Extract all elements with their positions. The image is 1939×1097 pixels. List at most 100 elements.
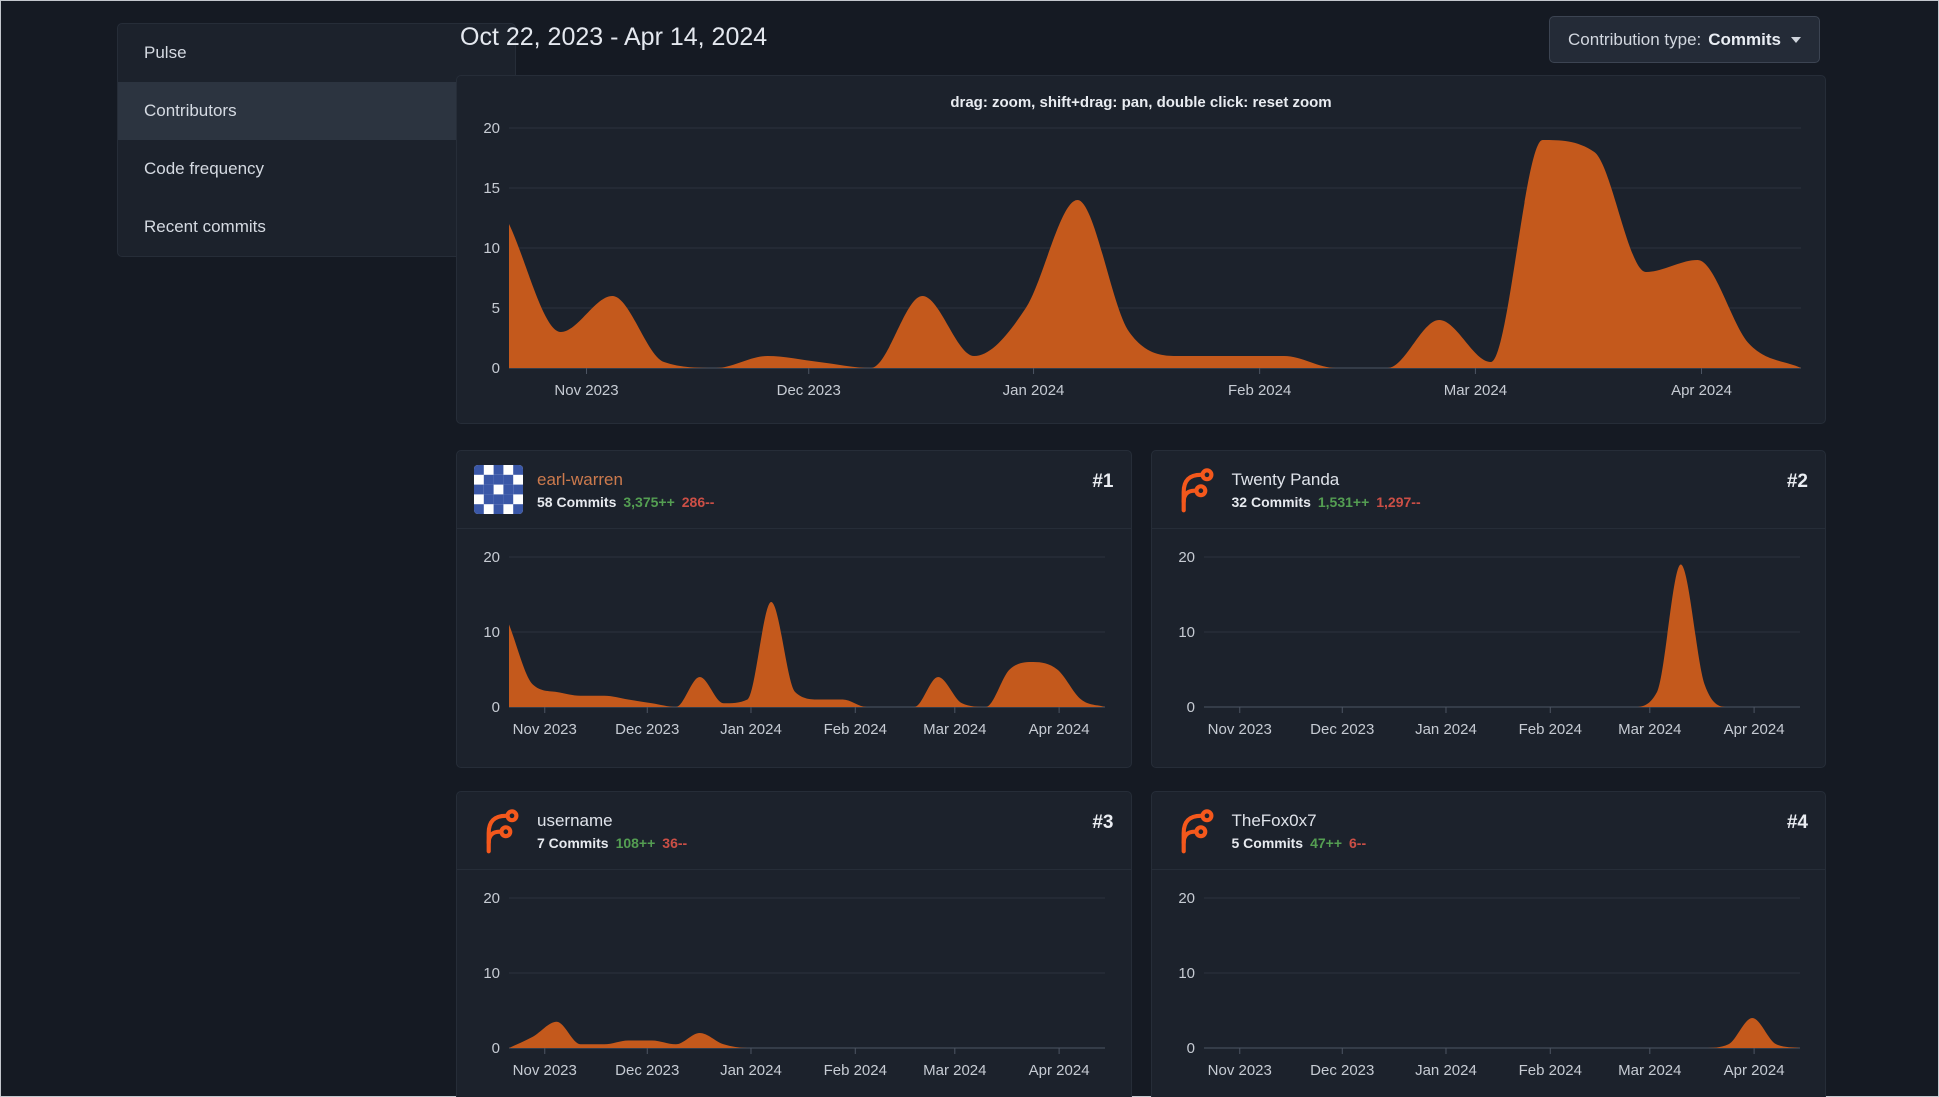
svg-text:10: 10 xyxy=(483,240,500,257)
deletions-count: 6-- xyxy=(1349,834,1367,851)
svg-text:20: 20 xyxy=(484,890,501,907)
svg-text:Mar 2024: Mar 2024 xyxy=(1618,1062,1681,1079)
svg-text:20: 20 xyxy=(484,549,501,566)
contributor-name[interactable]: Twenty Panda xyxy=(1232,470,1773,490)
svg-text:10: 10 xyxy=(1178,624,1195,641)
svg-text:Jan 2024: Jan 2024 xyxy=(1415,1062,1477,1079)
svg-text:10: 10 xyxy=(484,965,501,982)
additions-count: 1,531++ xyxy=(1317,493,1370,510)
contributor-rank: #4 xyxy=(1786,812,1808,833)
contributor-commits-chart[interactable]: 0 10 20 Nov 2023 Dec 2023 Jan 2024 Feb 2024 Mar… xyxy=(473,888,1114,1090)
svg-text:Feb 2024: Feb 2024 xyxy=(824,1062,887,1079)
svg-text:Dec 2023: Dec 2023 xyxy=(1310,1062,1374,1079)
svg-text:Dec 2023: Dec 2023 xyxy=(776,382,840,399)
repo-activity-contributors-page: { "sidebar": { "items": [ {"label": "Pul… xyxy=(0,0,1939,1097)
deletions-count: 286-- xyxy=(681,493,715,510)
forgejo-logo-avatar xyxy=(1181,809,1213,854)
contributor-rank: #2 xyxy=(1786,471,1808,492)
page-header: Oct 22, 2023 - Apr 14, 2024 Contribution… xyxy=(456,1,1826,75)
svg-text:Dec 2023: Dec 2023 xyxy=(615,721,679,738)
contributor-card: username 7 Commits 108++ 36-- #3 0 10 20 No… xyxy=(456,791,1132,1097)
svg-text:Dec 2023: Dec 2023 xyxy=(615,1062,679,1079)
contributor-card: TheFox0x7 5 Commits 47++ 6-- #4 0 10 20 Nov… xyxy=(1150,791,1826,1097)
contributor-avatar xyxy=(474,465,523,514)
commit-count: 7 Commits xyxy=(537,834,609,851)
svg-text:0: 0 xyxy=(1186,1040,1194,1057)
contributor-name[interactable]: TheFox0x7 xyxy=(1232,811,1773,831)
svg-text:Nov 2023: Nov 2023 xyxy=(1207,721,1271,738)
svg-text:Nov 2023: Nov 2023 xyxy=(1207,1062,1271,1079)
contribution-type-label: Contribution type: xyxy=(1568,29,1702,49)
contributor-avatar xyxy=(1169,465,1218,514)
contributor-rank: #1 xyxy=(1092,471,1114,492)
svg-text:Feb 2024: Feb 2024 xyxy=(1518,1062,1581,1079)
svg-text:Feb 2024: Feb 2024 xyxy=(1227,382,1290,399)
svg-text:20: 20 xyxy=(1178,890,1195,907)
contributor-name[interactable]: username xyxy=(537,811,1078,831)
commit-count: 5 Commits xyxy=(1231,834,1304,851)
svg-text:Dec 2023: Dec 2023 xyxy=(1310,721,1374,738)
contributor-commits-chart[interactable]: 0 10 20 Nov 2023 Dec 2023 Jan 2024 Feb 2024 Mar… xyxy=(1168,547,1809,749)
svg-text:0: 0 xyxy=(492,699,500,716)
svg-text:Jan 2024: Jan 2024 xyxy=(720,721,782,738)
svg-text:Jan 2024: Jan 2024 xyxy=(720,1062,782,1079)
svg-text:Jan 2024: Jan 2024 xyxy=(1002,382,1064,399)
deletions-count: 1,297-- xyxy=(1376,493,1421,510)
additions-count: 47++ xyxy=(1310,834,1343,851)
svg-text:Apr 2024: Apr 2024 xyxy=(1029,1062,1090,1079)
deletions-count: 36-- xyxy=(662,834,688,851)
contributor-stats: 7 Commits 108++ 36-- xyxy=(537,835,1078,851)
svg-text:Nov 2023: Nov 2023 xyxy=(513,1062,577,1079)
svg-text:20: 20 xyxy=(1178,549,1195,566)
svg-text:Feb 2024: Feb 2024 xyxy=(1518,721,1581,738)
contributor-commits-chart[interactable]: 0 10 20 Nov 2023 Dec 2023 Jan 2024 Feb 2024 Mar… xyxy=(1168,888,1809,1090)
svg-text:5: 5 xyxy=(491,300,499,317)
contributor-card-header: TheFox0x7 5 Commits 47++ 6-- #4 xyxy=(1151,792,1825,870)
svg-text:Apr 2024: Apr 2024 xyxy=(1723,721,1784,738)
svg-text:Mar 2024: Mar 2024 xyxy=(1443,382,1506,399)
svg-text:Mar 2024: Mar 2024 xyxy=(923,1062,986,1079)
chart-zoom-hint: drag: zoom, shift+drag: pan, double clic… xyxy=(950,94,1332,111)
svg-text:Nov 2023: Nov 2023 xyxy=(554,382,618,399)
contributor-card-header: earl-warren 58 Commits 3,375++ 286-- #1 xyxy=(457,451,1131,529)
contributor-avatar xyxy=(1169,806,1218,855)
contributor-avatar xyxy=(474,806,523,855)
svg-text:0: 0 xyxy=(492,1040,500,1057)
svg-text:Mar 2024: Mar 2024 xyxy=(923,721,986,738)
forgejo-logo-avatar xyxy=(1181,468,1213,513)
additions-count: 3,375++ xyxy=(623,493,675,510)
contributor-stats: 5 Commits 47++ 6-- xyxy=(1232,835,1773,851)
contributor-card: earl-warren 58 Commits 3,375++ 286-- #1 … xyxy=(456,450,1132,768)
contributor-stats: 58 Commits 3,375++ 286-- xyxy=(537,494,1078,510)
svg-text:Apr 2024: Apr 2024 xyxy=(1671,382,1732,399)
chevron-down-icon xyxy=(1791,36,1801,43)
svg-text:Feb 2024: Feb 2024 xyxy=(824,721,887,738)
overall-contributions-chart[interactable]: 0 5 10 15 20 Nov 2023 Dec 2023 Jan 2024 Feb 2024… xyxy=(473,116,1810,410)
overall-contributions-card: drag: zoom, shift+drag: pan, double clic… xyxy=(456,75,1826,424)
svg-text:Nov 2023: Nov 2023 xyxy=(513,721,577,738)
additions-count: 108++ xyxy=(615,834,656,851)
svg-text:10: 10 xyxy=(1178,965,1195,982)
commit-count: 32 Commits xyxy=(1231,493,1311,510)
svg-text:Apr 2024: Apr 2024 xyxy=(1723,1062,1784,1079)
contributors-grid: earl-warren 58 Commits 3,375++ 286-- #1 … xyxy=(456,450,1826,1097)
contributor-card-header: username 7 Commits 108++ 36-- #3 xyxy=(457,792,1131,870)
svg-text:0: 0 xyxy=(491,360,499,377)
contributor-card-header: Twenty Panda 32 Commits 1,531++ 1,297-- … xyxy=(1151,451,1825,529)
contribution-type-value: Commits xyxy=(1708,29,1781,49)
contributor-card: Twenty Panda 32 Commits 1,531++ 1,297-- … xyxy=(1150,450,1826,768)
main-content: Oct 22, 2023 - Apr 14, 2024 Contribution… xyxy=(456,1,1826,1097)
svg-text:15: 15 xyxy=(483,180,500,197)
svg-text:0: 0 xyxy=(1186,699,1194,716)
date-range-title: Oct 22, 2023 - Apr 14, 2024 xyxy=(460,23,768,51)
contribution-type-dropdown[interactable]: Contribution type: Commits xyxy=(1549,16,1820,63)
svg-text:10: 10 xyxy=(484,624,501,641)
svg-text:Jan 2024: Jan 2024 xyxy=(1415,721,1477,738)
contributor-rank: #3 xyxy=(1092,812,1114,833)
contributor-stats: 32 Commits 1,531++ 1,297-- xyxy=(1232,494,1773,510)
contributor-name[interactable]: earl-warren xyxy=(537,470,1078,490)
forgejo-logo-avatar xyxy=(486,809,519,854)
contributor-commits-chart[interactable]: 0 10 20 Nov 2023 Dec 2023 Jan 2024 Feb 2024 Mar… xyxy=(473,547,1114,749)
svg-text:Mar 2024: Mar 2024 xyxy=(1618,721,1681,738)
commit-count: 58 Commits xyxy=(537,493,617,510)
